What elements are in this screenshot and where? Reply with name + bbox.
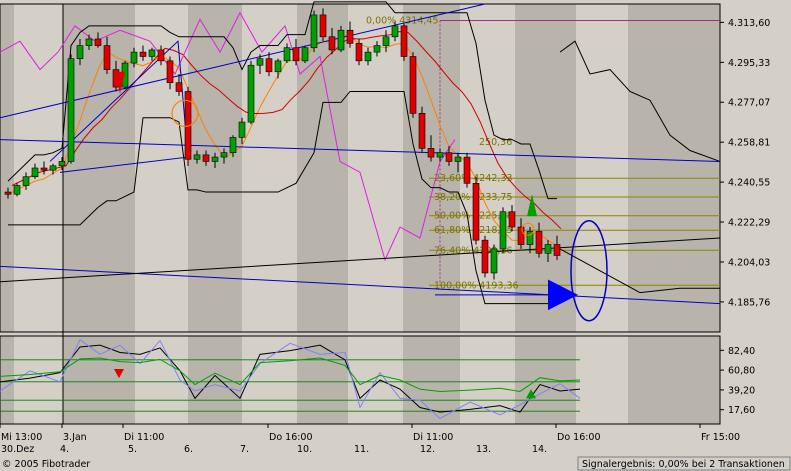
candle-body [85,38,93,46]
candle-body [355,43,363,62]
time-label-bottom: 30.Dez [1,444,34,455]
candle-body [265,58,273,73]
osc-tick-label: 17,60 [728,405,755,416]
candle-body [130,51,138,64]
candle-body [454,156,462,162]
candle-body [346,29,354,44]
price-tick-label: 4.258,81 [728,138,770,149]
candle-body [283,47,291,62]
candle-body [157,49,165,62]
price-tick-label: 4.313,60 [728,18,770,29]
candle-body [166,60,174,84]
session-band [0,4,14,332]
session-band [628,336,720,424]
candle-body [193,154,201,160]
osc-tick-label: 60,80 [728,366,755,377]
time-label-top: 3.Jan [63,432,87,443]
candle-body [139,51,147,57]
candle-body [436,152,444,158]
candle-body [517,226,525,245]
candle-body [409,56,417,114]
candle-body [463,156,471,184]
candle-body [382,36,390,46]
candle-body [256,58,264,66]
price-tick-label: 4.295,33 [728,58,770,69]
candle-body [49,165,57,171]
time-label-bottom: 13. [476,444,491,455]
candle-body [220,152,228,158]
candle-body [76,45,84,59]
candle-body [364,51,372,62]
candle-body [490,248,498,274]
candle-body [292,47,300,62]
signal-result-text: Signalergebnis: 0,00% bei 2 Transaktione… [582,459,785,470]
candle-body [508,211,516,228]
candle-body [4,191,12,195]
candle-body [553,244,561,256]
candle-body [40,167,48,171]
candle-body [247,64,255,123]
candle-body [418,113,426,149]
candle-body [274,60,282,73]
price-tick-label: 4.185,76 [728,297,770,308]
time-label-bottom: 10. [297,444,312,455]
osc-tick-label: 82,40 [728,346,755,357]
time-label-top: Do 16:00 [557,432,601,443]
candle-body [373,45,381,53]
time-label-bottom: 6. [184,444,193,455]
candle-body [211,156,219,162]
candle-body [535,231,543,254]
candle-body [238,121,246,138]
candle-body [427,148,435,158]
candle-body [391,25,399,38]
osc-tick-label: 39,20 [728,385,755,396]
candle-body [445,152,453,162]
candle-body [301,47,309,62]
candle-body [337,29,345,51]
candle-body [499,211,507,250]
price-tick-label: 4.277,07 [728,98,770,109]
session-band [628,4,720,332]
time-label-top: Di 11:00 [124,432,164,443]
time-label-bottom: 12. [420,444,435,455]
candle-body [22,176,30,186]
candle-body [319,14,327,38]
candle-body [202,154,210,162]
fib-partial-label: 250,36 [479,137,512,148]
candle-body [13,185,21,195]
candle-body [58,161,66,167]
candle-body [229,137,237,153]
copyright-text: © 2005 Fibotrader [2,459,90,470]
session-band [515,4,576,332]
candle-body [175,82,183,92]
time-label-bottom: 7. [240,444,249,455]
candle-body [328,36,336,51]
time-label-top: Do 16:00 [269,432,313,443]
candle-body [148,49,156,57]
candle-body [544,244,552,254]
candle-body [67,58,75,162]
candle-body [31,167,39,178]
candle-body [310,14,318,49]
candle-body [94,38,102,46]
time-label-top: Mi 13:00 [1,432,42,443]
price-tick-label: 4.240,55 [728,178,770,189]
chart: 0,00% 4314,4523,60% 4242,3338,20% 4233,7… [0,0,791,471]
candle-body [472,183,480,241]
time-label-bottom: 4. [60,444,69,455]
price-tick-label: 4.204,03 [728,257,770,268]
time-label-top: Di 11:00 [413,432,453,443]
candle-body [103,45,111,70]
price-tick-label: 4.222,29 [728,218,770,229]
time-label-top: Fr 15:00 [701,432,740,443]
time-label-bottom: 11. [354,444,369,455]
time-label-bottom: 14. [532,444,547,455]
candle-body [481,239,489,274]
candle-body [400,25,408,57]
time-label-bottom: 5. [128,444,137,455]
